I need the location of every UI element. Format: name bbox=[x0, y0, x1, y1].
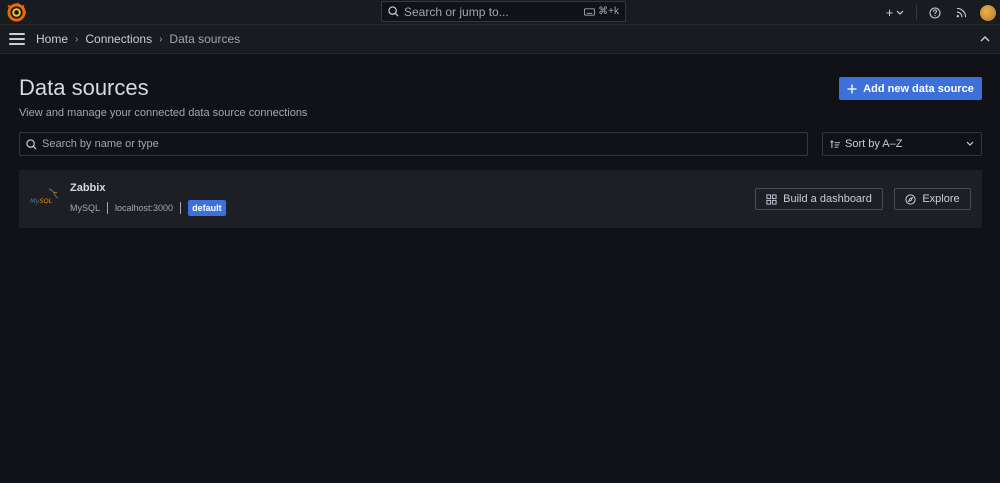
breadcrumb-data-sources: Data sources bbox=[169, 32, 241, 46]
avatar bbox=[980, 4, 996, 21]
search-placeholder: Search by name or type bbox=[42, 138, 159, 150]
keyboard-icon bbox=[584, 7, 596, 16]
chevron-right-icon: › bbox=[75, 33, 79, 45]
sort-icon bbox=[830, 139, 840, 148]
top-bar: Search or jump to... ⌘+k + bbox=[0, 0, 1000, 25]
keyboard-shortcut: ⌘+k bbox=[584, 6, 619, 17]
breadcrumb-home[interactable]: Home bbox=[36, 32, 68, 46]
compass-icon bbox=[905, 193, 916, 205]
breadcrumb-bar: Home › Connections › Data sources bbox=[0, 25, 1000, 54]
shortcut-text: ⌘+k bbox=[598, 6, 619, 17]
divider bbox=[180, 202, 182, 214]
search-icon bbox=[388, 6, 399, 17]
top-right-actions: + bbox=[879, 0, 1000, 25]
explore-button[interactable]: Explore bbox=[894, 188, 971, 210]
news-button[interactable] bbox=[948, 0, 974, 25]
build-dashboard-button[interactable]: Build a dashboard bbox=[755, 188, 883, 210]
build-dashboard-label: Build a dashboard bbox=[783, 193, 872, 205]
data-source-meta: MySQL localhost:3000 default bbox=[70, 200, 226, 216]
grafana-logo-icon[interactable] bbox=[7, 3, 26, 22]
sort-select[interactable]: Sort by A–Z bbox=[822, 132, 982, 156]
svg-text:My: My bbox=[30, 197, 40, 205]
menu-icon[interactable] bbox=[9, 33, 25, 45]
help-icon bbox=[929, 6, 941, 19]
data-source-search-input[interactable]: Search by name or type bbox=[19, 132, 808, 156]
chevron-down-icon bbox=[896, 10, 904, 15]
data-source-name[interactable]: Zabbix bbox=[70, 182, 105, 194]
data-source-card[interactable]: My SQL Zabbix MySQL localhost:3000 defau… bbox=[19, 170, 982, 228]
sort-label: Sort by A–Z bbox=[845, 138, 903, 150]
data-source-url: localhost:3000 bbox=[115, 203, 174, 213]
default-badge: default bbox=[188, 200, 226, 216]
chevron-right-icon: › bbox=[159, 33, 163, 45]
profile-button[interactable] bbox=[974, 0, 1000, 25]
svg-text:SQL: SQL bbox=[40, 197, 53, 205]
plus-icon bbox=[847, 84, 857, 93]
page-subtitle: View and manage your connected data sour… bbox=[19, 107, 308, 119]
help-button[interactable] bbox=[922, 0, 948, 25]
divider bbox=[916, 5, 917, 20]
search-placeholder: Search or jump to... bbox=[404, 4, 509, 19]
search-icon bbox=[26, 138, 37, 150]
data-source-type: MySQL bbox=[70, 203, 101, 213]
breadcrumb-connections[interactable]: Connections bbox=[85, 32, 152, 46]
apps-icon bbox=[766, 193, 777, 205]
chevron-up-icon[interactable] bbox=[979, 33, 991, 45]
plus-icon: + bbox=[885, 5, 894, 20]
add-data-source-button[interactable]: Add new data source bbox=[839, 77, 982, 100]
search-bar[interactable]: Search or jump to... ⌘+k bbox=[381, 1, 626, 22]
mysql-logo-icon: My SQL bbox=[30, 188, 59, 205]
page-title: Data sources bbox=[19, 75, 149, 100]
explore-label: Explore bbox=[922, 193, 960, 205]
add-button-label: Add new data source bbox=[863, 82, 974, 95]
new-menu-button[interactable]: + bbox=[879, 0, 911, 25]
divider bbox=[107, 202, 109, 214]
rss-icon bbox=[956, 7, 966, 18]
chevron-down-icon bbox=[966, 141, 974, 146]
